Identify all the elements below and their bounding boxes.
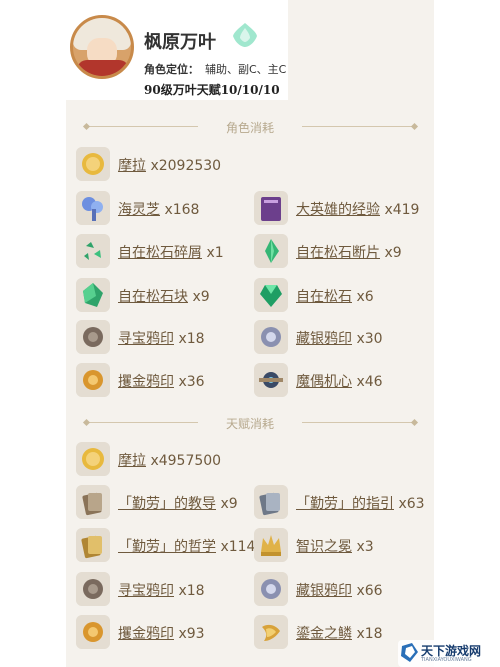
crown-of-insight-icon — [254, 528, 288, 562]
role-label: 角色定位： — [144, 63, 199, 76]
mora-coin-icon — [76, 442, 110, 476]
material-label: 攫金鸦印 x36 — [118, 374, 205, 390]
turquoise-chunk-icon — [76, 278, 110, 312]
site-logo-subtext: TIANXIAYOUXIWANG — [421, 657, 472, 663]
golden-raven-insignia-icon — [76, 615, 110, 649]
material-label: 「勤劳」的教导 x9 — [118, 496, 238, 512]
guide-to-diligence-icon — [254, 485, 288, 519]
material-label: 寻宝鸦印 x18 — [118, 331, 205, 347]
silver-raven-insignia-icon — [254, 572, 288, 606]
material-label: 攫金鸦印 x93 — [118, 626, 205, 642]
material-label: 鎏金之鳞 x18 — [296, 626, 383, 642]
material-label: 自在松石 x6 — [296, 289, 374, 305]
philosophies-of-diligence-icon — [76, 528, 110, 562]
section-title-talent: 天赋消耗 — [225, 417, 274, 431]
treasure-hoarder-insignia-icon — [76, 572, 110, 606]
material-label: 魔偶机心 x46 — [296, 374, 383, 390]
turquoise-sliver-icon — [76, 234, 110, 268]
turquoise-fragment-icon — [254, 234, 288, 268]
material-label: 摩拉 x4957500 — [118, 453, 222, 469]
marionette-core-icon — [254, 363, 288, 397]
character-avatar — [70, 15, 134, 79]
material-label: 大英雄的经验 x419 — [296, 202, 420, 218]
treasure-hoarder-insignia-icon — [76, 320, 110, 354]
material-label: 「勤劳」的指引 x63 — [296, 496, 425, 512]
material-label: 寻宝鸦印 x18 — [118, 583, 205, 599]
role-line: 角色定位： 辅助、副C、主C — [144, 61, 286, 77]
section-title-character: 角色消耗 — [225, 121, 274, 135]
mora-coin-icon — [76, 147, 110, 181]
material-label: 智识之冕 x3 — [296, 539, 374, 555]
teachings-of-diligence-icon — [76, 485, 110, 519]
character-name: 枫原万叶 — [144, 32, 216, 53]
material-label: 摩拉 x2092530 — [118, 158, 222, 174]
material-label: 藏银鸦印 x66 — [296, 583, 383, 599]
level-talent-line: 90级万叶天赋10/10/10 — [144, 83, 280, 97]
heros-wit-book-icon — [254, 191, 288, 225]
role-value: 辅助、副C、主C — [205, 63, 286, 76]
gilded-scale-icon — [254, 615, 288, 649]
material-label: 「勤劳」的哲学 x114 — [118, 539, 256, 555]
material-label: 自在松石断片 x9 — [296, 245, 402, 261]
golden-raven-insignia-icon — [76, 363, 110, 397]
material-label: 自在松石碎屑 x1 — [118, 245, 224, 261]
turquoise-gemstone-icon — [254, 278, 288, 312]
anemo-element-icon — [233, 23, 257, 47]
material-label: 海灵芝 x168 — [118, 202, 200, 218]
sea-ganoderma-icon — [76, 191, 110, 225]
material-label: 自在松石块 x9 — [118, 289, 210, 305]
material-label: 藏银鸦印 x30 — [296, 331, 383, 347]
silver-raven-insignia-icon — [254, 320, 288, 354]
